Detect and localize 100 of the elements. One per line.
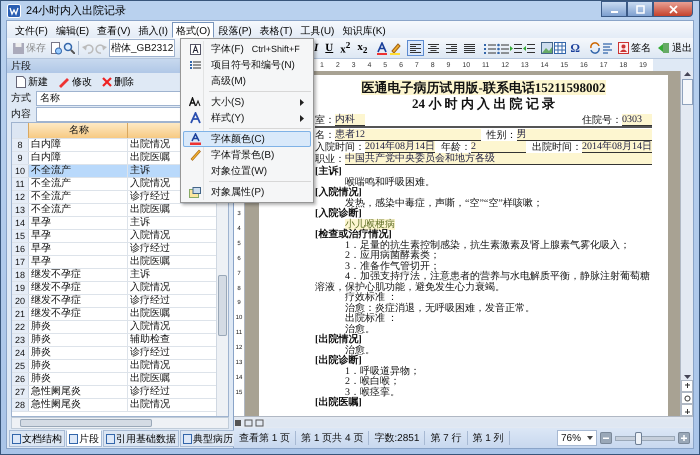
table-cell: 肺炎 <box>31 347 51 358</box>
table-row[interactable]: 21 继发不孕症 出院医嘱 <box>12 308 216 321</box>
field-value[interactable]: 2014年08月14日 <box>582 141 652 153</box>
paragraph: 2．应用病菌酵素类； <box>345 250 440 261</box>
field-value[interactable]: 2 <box>471 141 526 153</box>
table-row[interactable]: 14 早孕 主诉 <box>12 217 216 230</box>
menu-item[interactable]: 表格(T) <box>256 22 296 38</box>
scroll-thumb[interactable] <box>20 419 152 427</box>
column-header[interactable]: 名称 <box>29 123 128 138</box>
view-mode-icons[interactable] <box>234 418 264 426</box>
preview-icon[interactable] <box>50 42 62 54</box>
scroll-up-icon[interactable] <box>682 71 692 77</box>
minimize-button[interactable] <box>601 1 627 17</box>
image-icon[interactable] <box>541 42 554 54</box>
row-number: 24 <box>14 348 25 358</box>
field-value[interactable]: 0303 <box>622 114 652 126</box>
slider-thumb[interactable] <box>635 432 642 444</box>
menu-item[interactable]: 高级(M) <box>183 73 311 89</box>
table-row[interactable]: 26 肺炎 出院医嘱 <box>12 373 216 386</box>
tab[interactable]: 片段 <box>66 430 102 447</box>
format-button[interactable]: x$_{2}$ <box>354 39 370 57</box>
status-text: 查看第 1 页 <box>234 431 296 445</box>
field-value[interactable]: 患者12 <box>335 129 480 141</box>
table-cell: 入院情况 <box>130 282 170 293</box>
indent-icon[interactable] <box>510 42 522 54</box>
menu-item[interactable]: 字体颜色(C) <box>183 131 311 147</box>
lines-icon[interactable] <box>602 42 614 54</box>
menu-item[interactable]: 格式(O) <box>172 22 214 38</box>
delete-icon <box>102 76 112 86</box>
table-row[interactable]: 23 肺炎 辅助检查 <box>12 334 216 347</box>
menu-item[interactable]: 插入(I) <box>134 22 172 38</box>
scroll-thumb[interactable] <box>218 275 227 336</box>
field-value[interactable]: 内科 <box>335 114 365 126</box>
scrollbar[interactable] <box>680 71 693 416</box>
menu-item[interactable]: 段落(P) <box>214 22 256 38</box>
table-row[interactable]: 25 肺炎 出院情况 <box>12 360 216 373</box>
table-cell: 不全流产 <box>31 204 71 215</box>
field-label: 入院时间： <box>315 142 365 153</box>
menu-item[interactable]: 工具(U) <box>296 22 338 38</box>
table-row[interactable]: 28 急性阑尾炎 出院情况 <box>12 399 216 412</box>
table-row[interactable]: 16 早孕 诊疗经过 <box>12 243 216 256</box>
field-value[interactable]: 中国共产党中央委员会和地方各级 <box>345 153 652 165</box>
table-cell: 诊疗经过 <box>130 243 170 254</box>
scrollbar[interactable] <box>266 418 693 426</box>
maximize-button[interactable] <box>627 1 653 17</box>
table-row[interactable]: 22 肺炎 入院情况 <box>12 321 216 334</box>
paragraph: 出院标准 ： <box>345 313 398 324</box>
table-icon[interactable] <box>554 42 566 54</box>
scroll-thumb[interactable] <box>682 79 692 105</box>
zoom-dropdown[interactable]: 76% <box>556 430 597 446</box>
field-label: 出院时间： <box>532 142 582 153</box>
menu-item[interactable]: 编辑(E) <box>52 22 94 38</box>
sign-button[interactable]: 签名 <box>615 39 654 57</box>
panel-button[interactable]: 新建 <box>13 72 51 90</box>
table-row[interactable]: 13 不全流产 出院医嘱 <box>12 204 216 217</box>
format-button[interactable]: I <box>311 39 322 57</box>
table-cell: 肺炎 <box>31 334 51 345</box>
table-row[interactable]: 17 早孕 出院医嘱 <box>12 256 216 269</box>
tab[interactable]: 引用基础数据 <box>103 430 179 447</box>
next-page-icon[interactable] <box>681 404 693 416</box>
tab[interactable]: 典型病历 <box>180 430 236 447</box>
bullet-list-icon[interactable] <box>497 42 510 54</box>
table-row[interactable]: 19 继发不孕症 入院情况 <box>12 282 216 295</box>
symbol-button[interactable]: Ω <box>567 39 583 57</box>
minimize-icon <box>610 10 618 12</box>
numbered-list-icon[interactable] <box>484 42 496 54</box>
zoom-in-button[interactable] <box>678 432 690 444</box>
menu-item[interactable]: 知识库(K) <box>338 22 390 38</box>
table-row[interactable]: 24 肺炎 诊疗经过 <box>12 347 216 360</box>
table-row[interactable]: 27 急性阑尾炎 诊疗经过 <box>12 386 216 399</box>
table-row[interactable]: 18 继发不孕症 主诉 <box>12 269 216 282</box>
close-button[interactable] <box>653 1 693 17</box>
align-button[interactable] <box>407 40 424 56</box>
search-icon[interactable] <box>63 42 75 54</box>
outdent-icon[interactable] <box>523 42 536 54</box>
menu-item[interactable]: 字体(F) Ctrl+Shift+F <box>183 41 311 57</box>
panel-button[interactable]: 修改 <box>55 72 95 90</box>
tab[interactable]: 文档结构 <box>9 430 65 447</box>
menu-item[interactable]: 文件(F) <box>11 22 52 38</box>
menu-item[interactable]: 样式(Y) <box>183 110 311 126</box>
table-row[interactable]: 20 继发不孕症 诊疗经过 <box>12 295 216 308</box>
field-value[interactable]: 2014年08月14日 <box>365 141 435 153</box>
font-name-field[interactable]: 楷体_GB2312 <box>109 39 176 57</box>
highlighter-icon[interactable] <box>389 42 402 54</box>
scrollbar[interactable] <box>11 417 229 429</box>
content-label: 内容 <box>11 108 32 121</box>
refresh-icon[interactable] <box>589 42 601 54</box>
table-cell: 继发不孕症 <box>31 282 81 293</box>
font-color-icon[interactable] <box>376 42 388 54</box>
table-cell: 出院情况 <box>130 360 170 371</box>
panel-button[interactable]: 删除 <box>99 72 137 90</box>
field-value[interactable]: 男 <box>516 129 652 141</box>
table-row[interactable]: 15 早孕 入院情况 <box>12 230 216 243</box>
menu-item[interactable]: 查看(V) <box>93 22 134 38</box>
zoom-out-button[interactable] <box>600 432 612 444</box>
exit-button[interactable]: 退出 <box>655 39 695 57</box>
format-button[interactable]: x$^{2}$ <box>337 39 354 57</box>
previous-page-icon[interactable] <box>681 380 693 392</box>
format-button[interactable]: U <box>322 39 336 57</box>
browse-object-icon[interactable] <box>681 392 693 404</box>
